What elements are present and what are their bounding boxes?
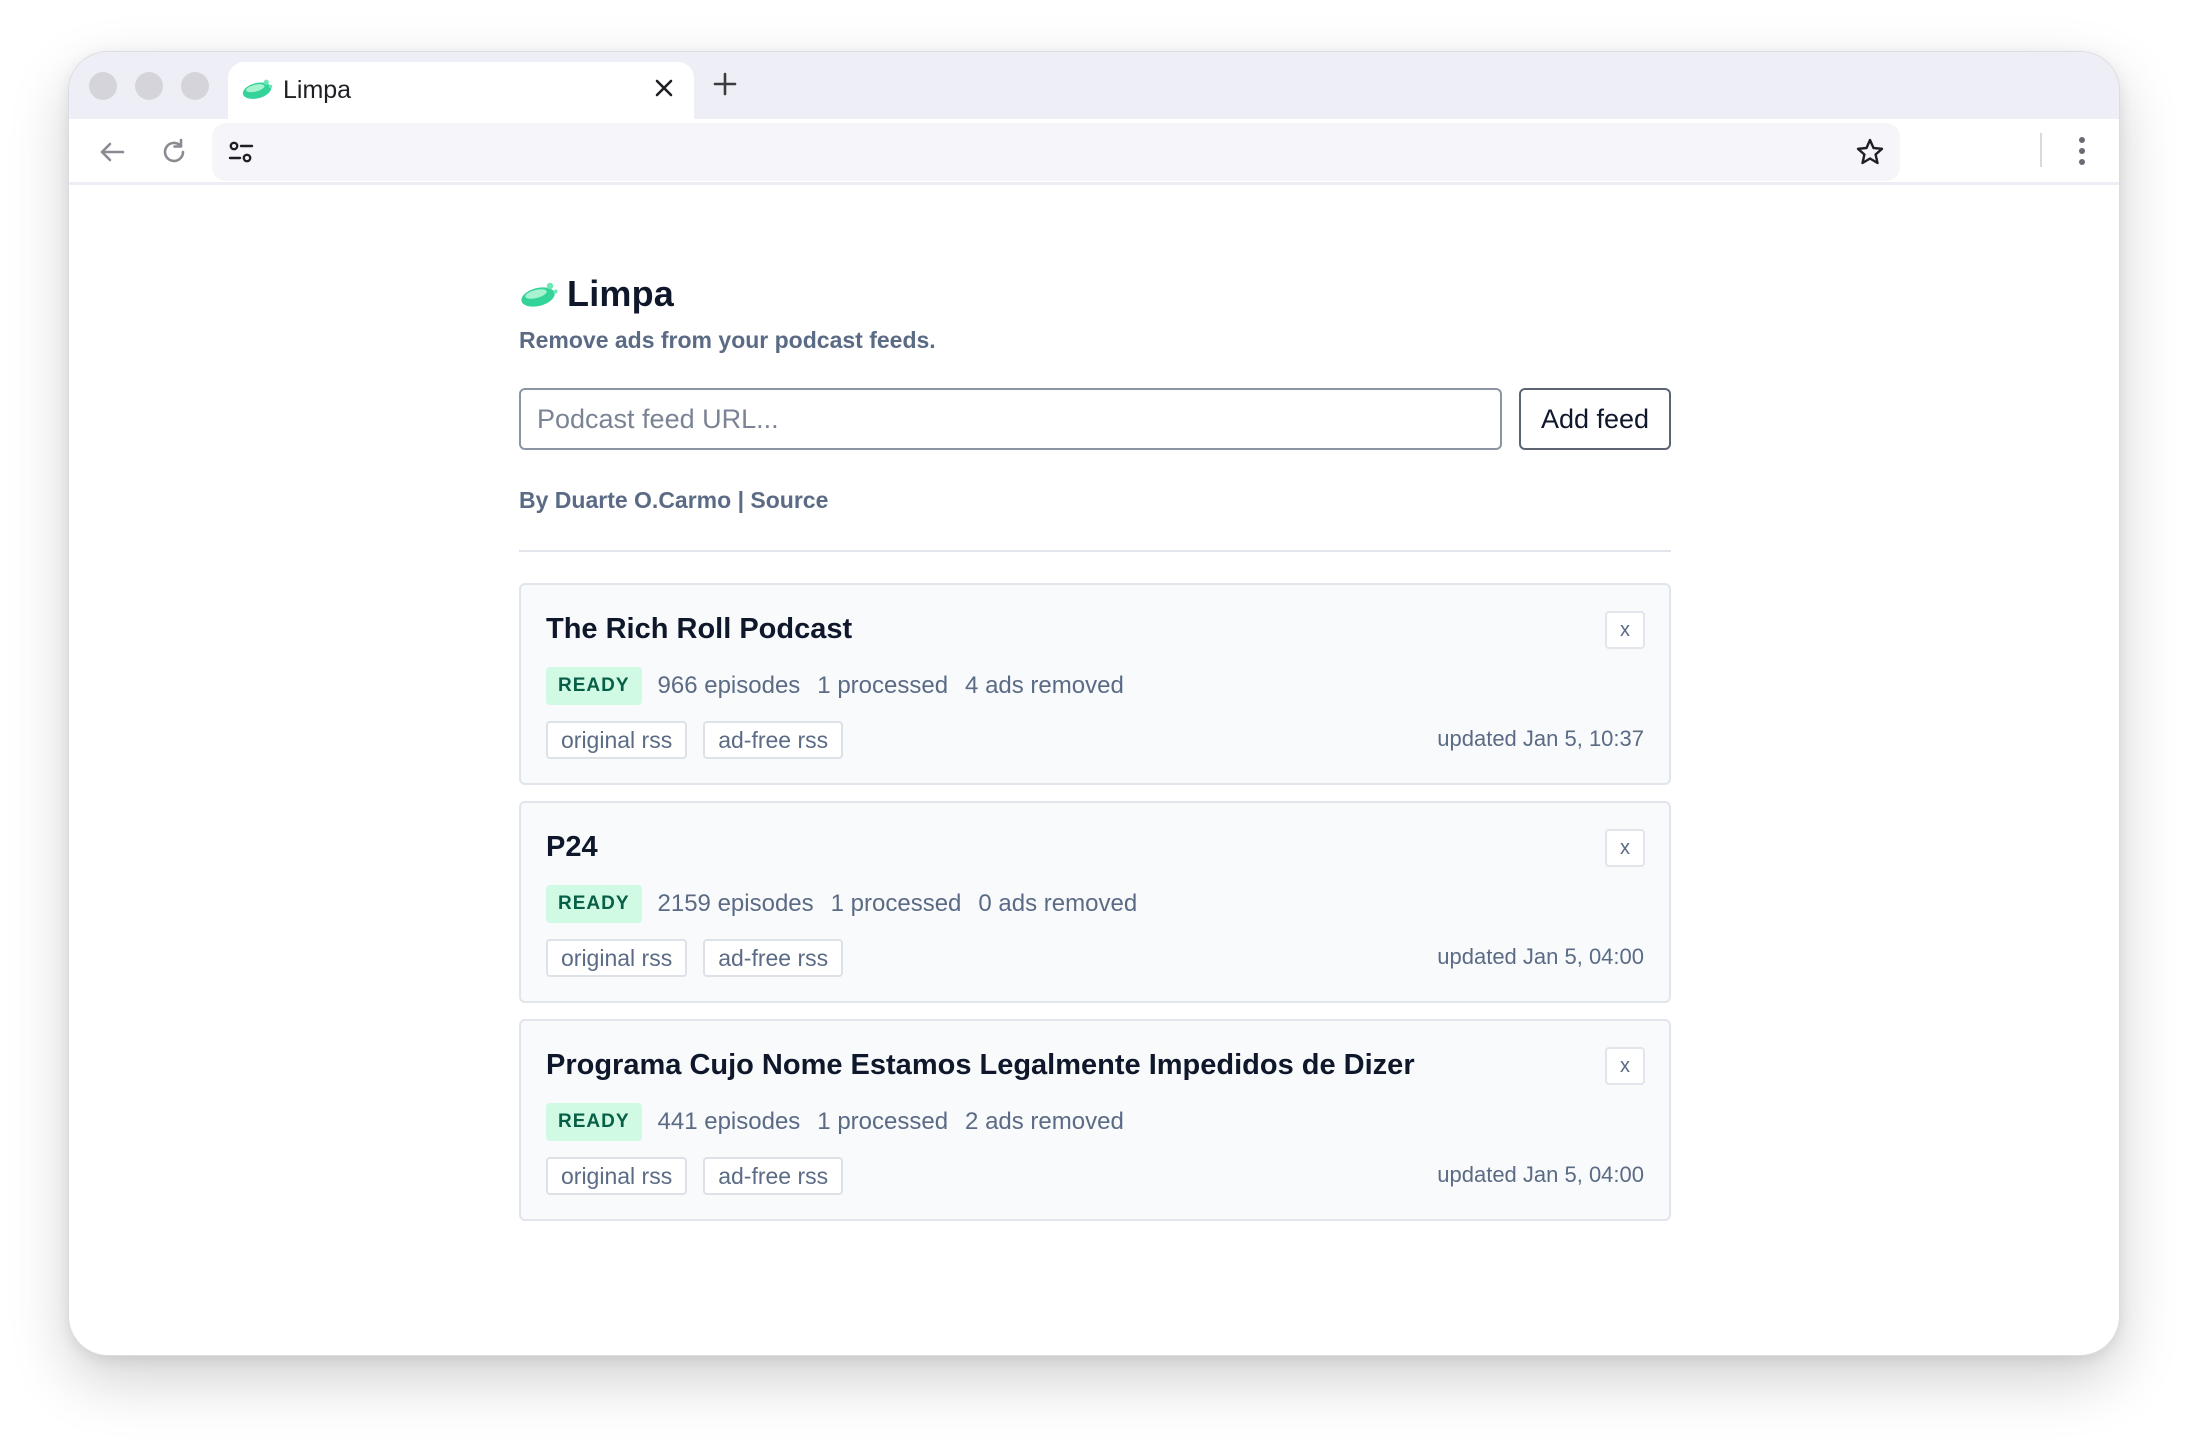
author-link[interactable]: Duarte O.Carmo: [555, 487, 731, 513]
episode-count: 441 episodes: [657, 1108, 801, 1135]
feed-links: original rss ad-free rss: [546, 1157, 859, 1195]
podcast-feed-url-input[interactable]: [519, 388, 1502, 450]
ads-removed-count: 4 ads removed: [965, 672, 1124, 699]
brand-header: Limpa: [519, 273, 674, 315]
ad-free-rss-link[interactable]: ad-free rss: [703, 939, 844, 977]
episode-count: 2159 episodes: [657, 890, 814, 917]
source-link[interactable]: Source: [750, 487, 828, 513]
add-feed-form: Add feed: [519, 388, 1671, 450]
original-rss-link[interactable]: original rss: [546, 721, 688, 759]
browser-toolbar: [69, 119, 2119, 185]
episode-count: 966 episodes: [657, 672, 801, 699]
soap-logo-icon: [521, 282, 558, 307]
tab-strip: Limpa: [69, 52, 2119, 120]
window-minimize-dot[interactable]: [135, 72, 163, 100]
remove-feed-button[interactable]: x: [1605, 1047, 1645, 1085]
updated-timestamp: updated Jan 5, 04:00: [1437, 944, 1644, 969]
processed-count: 1 processed: [830, 890, 962, 917]
browser-window: Limpa Limpa Remove ads from your podcast…: [68, 51, 2120, 1356]
processed-count: 1 processed: [817, 1108, 949, 1135]
feed-card: The Rich Roll Podcast x READY 966 episod…: [519, 583, 1671, 785]
processed-count: 1 processed: [817, 672, 949, 699]
soap-favicon-icon: [242, 79, 273, 99]
screen: Limpa Limpa Remove ads from your podcast…: [0, 0, 2188, 1440]
window-zoom-dot[interactable]: [181, 72, 209, 100]
feed-stats: READY 966 episodes 1 processed 4 ads rem…: [546, 667, 1141, 705]
remove-feed-button[interactable]: x: [1605, 611, 1645, 649]
status-badge: READY: [546, 885, 642, 923]
byline: By Duarte O.Carmo | Source: [519, 487, 828, 514]
tab-close-icon[interactable]: [648, 72, 680, 104]
browser-tab-active[interactable]: Limpa: [228, 62, 694, 120]
ads-removed-count: 0 ads removed: [978, 890, 1138, 917]
site-settings-icon[interactable]: [224, 135, 258, 169]
page-tagline: Remove ads from your podcast feeds.: [519, 327, 936, 353]
ads-removed-count: 2 ads removed: [965, 1108, 1124, 1135]
new-tab-plus-icon[interactable]: [709, 68, 741, 100]
toolbar-separator: [2040, 133, 2042, 167]
tab-title: Limpa: [283, 76, 352, 104]
feed-stats: READY 441 episodes 1 processed 2 ads rem…: [546, 1103, 1141, 1141]
byline-separator: |: [737, 487, 744, 513]
feed-links: original rss ad-free rss: [546, 939, 859, 977]
updated-timestamp: updated Jan 5, 04:00: [1437, 1162, 1644, 1187]
updated-timestamp: updated Jan 5, 10:37: [1437, 726, 1644, 751]
status-badge: READY: [546, 667, 642, 705]
kebab-menu-icon[interactable]: [2065, 131, 2099, 171]
original-rss-link[interactable]: original rss: [546, 1157, 688, 1195]
ad-free-rss-link[interactable]: ad-free rss: [703, 721, 844, 759]
feed-title: The Rich Roll Podcast: [546, 613, 853, 645]
status-badge: READY: [546, 1103, 642, 1141]
add-feed-button[interactable]: Add feed: [1519, 388, 1671, 450]
page-title: Limpa: [567, 273, 675, 314]
feed-card: Programa Cujo Nome Estamos Legalmente Im…: [519, 1019, 1671, 1221]
feed-title: P24: [546, 831, 598, 863]
feed-list: The Rich Roll Podcast x READY 966 episod…: [519, 583, 1671, 1237]
feed-card: P24 x READY 2159 episodes 1 processed 0 …: [519, 801, 1671, 1003]
back-arrow-icon[interactable]: [93, 133, 131, 171]
ad-free-rss-link[interactable]: ad-free rss: [703, 1157, 844, 1195]
reload-icon[interactable]: [155, 133, 193, 171]
window-close-dot[interactable]: [89, 72, 117, 100]
byline-prefix: By: [519, 487, 549, 513]
bookmark-star-icon[interactable]: [1852, 134, 1888, 170]
feed-stats: READY 2159 episodes 1 processed 0 ads re…: [546, 885, 1154, 923]
original-rss-link[interactable]: original rss: [546, 939, 688, 977]
feed-links: original rss ad-free rss: [546, 721, 859, 759]
address-bar[interactable]: [212, 123, 1900, 181]
section-divider: [519, 550, 1671, 552]
remove-feed-button[interactable]: x: [1605, 829, 1645, 867]
feed-title: Programa Cujo Nome Estamos Legalmente Im…: [546, 1049, 1415, 1081]
